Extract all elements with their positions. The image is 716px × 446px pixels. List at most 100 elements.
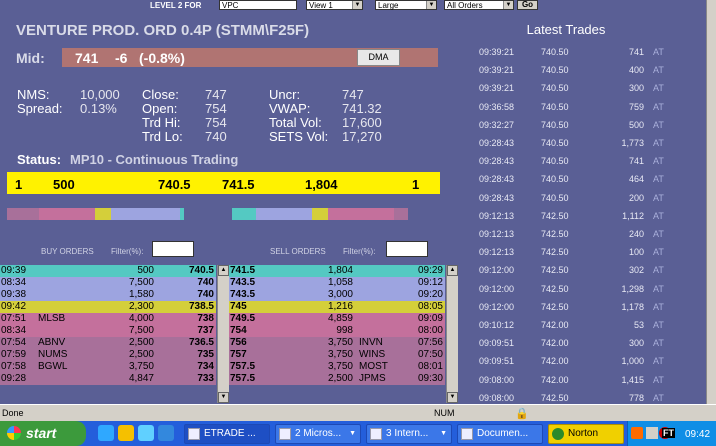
page-scrollbar[interactable] <box>706 0 716 404</box>
task-label: ETRADE ... <box>204 428 256 439</box>
trade-price: 742.50 <box>541 247 569 258</box>
sell-order-row[interactable]: 743.5 1,058 09:12 <box>229 277 445 289</box>
order-time: 09:39 <box>1 265 27 276</box>
task-internet[interactable]: 3 Intern... ▼ <box>366 424 452 444</box>
sell-order-row[interactable]: 745 1,216 08:05 <box>229 301 445 313</box>
trade-price: 740.50 <box>541 138 569 148</box>
view-select[interactable]: View 1 ▼ <box>306 0 363 10</box>
buy-order-row[interactable]: 08:34 7,500 737 <box>0 325 216 337</box>
word-icon <box>461 428 473 440</box>
order-time: 09:30 <box>417 373 443 384</box>
tray-icon[interactable] <box>631 427 643 439</box>
trade-price: 740.50 <box>541 174 569 185</box>
buy-order-row[interactable]: 09:39 500 740.5 <box>0 265 216 277</box>
ft-tray-icon[interactable]: FT <box>662 428 675 438</box>
buy-order-row[interactable]: 07:59 NUMS 2,500 735 <box>0 349 216 361</box>
order-time: 07:59 <box>1 349 27 360</box>
trade-size: 300 <box>628 83 644 94</box>
ask-price: 741.5 <box>222 177 255 192</box>
buy-scrollbar[interactable]: ▲ ▼ <box>217 265 229 403</box>
buy-order-row[interactable]: 08:34 7,500 740 <box>0 277 216 289</box>
order-price: 743.5 <box>230 289 256 300</box>
dma-button[interactable]: DMA <box>357 49 400 66</box>
trade-time: 09:32:27 <box>479 119 515 130</box>
scroll-down-arrow[interactable]: ▼ <box>447 392 458 403</box>
task-document[interactable]: Documen... <box>457 424 543 444</box>
sell-order-row[interactable]: 743.5 3,000 09:20 <box>229 289 445 301</box>
task-norton[interactable]: Norton <box>548 424 624 444</box>
trade-price: 742.50 <box>541 229 569 239</box>
trade-row: 09:12:00 742.50 302 AT <box>476 265 676 283</box>
trade-row: 09:12:00 742.50 1,178 AT <box>476 302 676 320</box>
order-price: 740 <box>197 277 214 288</box>
depth-segment <box>394 208 408 220</box>
task-etrade[interactable]: ETRADE ... <box>184 424 270 444</box>
window-icon <box>279 428 291 440</box>
level2-label: LEVEL 2 FOR <box>150 1 202 10</box>
order-time: 09:42 <box>1 301 27 312</box>
outlook-quicklaunch-icon[interactable] <box>118 425 134 441</box>
order-market-maker: WINS <box>359 349 386 360</box>
ie-quicklaunch-icon[interactable] <box>98 425 114 441</box>
sell-order-row[interactable]: 757.5 2,500 JPMS 09:30 <box>229 373 445 385</box>
depth-segment <box>180 208 184 220</box>
symbol-input[interactable]: VPC <box>219 0 297 10</box>
scroll-up-arrow[interactable]: ▲ <box>447 265 458 276</box>
bid-size: 500 <box>53 177 75 192</box>
trade-size: 240 <box>628 229 644 239</box>
buy-order-row[interactable]: 07:54 ABNV 2,500 736.5 <box>0 337 216 349</box>
trade-size: 500 <box>628 119 644 130</box>
trade-size: 400 <box>628 65 644 76</box>
buy-filter-input[interactable] <box>152 241 194 257</box>
trade-price: 740.50 <box>541 192 569 203</box>
trade-size: 200 <box>628 192 644 203</box>
trade-price: 742.00 <box>541 320 569 330</box>
ask-size: 1,804 <box>305 177 338 192</box>
spread-value: 0.13% <box>80 101 117 116</box>
sell-filter-label: Filter(%): <box>343 247 376 256</box>
sell-order-row[interactable]: 741.5 1,804 09:29 <box>229 265 445 277</box>
task-label: 2 Micros... <box>295 428 342 439</box>
orders-select[interactable]: All Orders ▼ <box>444 0 514 10</box>
go-button[interactable]: Go <box>517 0 538 10</box>
order-size: 2,500 <box>128 349 154 360</box>
trade-type: AT <box>653 229 664 239</box>
speaker-icon[interactable] <box>646 427 658 439</box>
media-quicklaunch-icon[interactable] <box>158 425 174 441</box>
buy-order-row[interactable]: 09:28 4,847 733 <box>0 373 216 385</box>
sell-order-row[interactable]: 749.5 4,859 09:09 <box>229 313 445 325</box>
sell-order-row[interactable]: 754 998 08:00 <box>229 325 445 337</box>
sell-order-row[interactable]: 757.5 3,750 MOST 08:01 <box>229 361 445 373</box>
task-microsoft[interactable]: 2 Micros... ▼ <box>275 424 361 444</box>
trdlo-label: Trd Lo: <box>142 129 183 144</box>
order-price: 740 <box>197 289 214 300</box>
nms-label: NMS: <box>17 87 50 102</box>
trade-row: 09:39:21 740.50 300 AT <box>476 83 676 101</box>
trade-time: 09:12:13 <box>479 229 515 239</box>
depth-segment <box>312 208 328 220</box>
trade-row: 09:09:51 742.00 1,000 AT <box>476 356 676 374</box>
sell-filter-input[interactable] <box>386 241 428 257</box>
buy-order-row[interactable]: 09:38 1,580 740 <box>0 289 216 301</box>
sell-order-row[interactable]: 757 3,750 WINS 07:50 <box>229 349 445 361</box>
trade-type: AT <box>653 138 664 148</box>
buy-order-row[interactable]: 07:51 MLSB 4,000 738 <box>0 313 216 325</box>
status-label: Status: <box>17 152 62 167</box>
depth-segment <box>95 208 111 220</box>
scroll-down-arrow[interactable]: ▼ <box>218 392 229 403</box>
trade-row: 09:12:13 742.50 1,112 AT <box>476 211 676 229</box>
scroll-up-arrow[interactable]: ▲ <box>218 265 229 276</box>
trade-time: 09:09:51 <box>479 338 515 349</box>
chevron-down-icon: ▼ <box>440 430 447 437</box>
buy-order-row[interactable]: 09:42 2,300 738.5 <box>0 301 216 313</box>
sell-scrollbar[interactable]: ▲ ▼ <box>446 265 458 403</box>
size-select[interactable]: Large ▼ <box>375 0 437 10</box>
order-price: 757 <box>230 349 247 360</box>
close-label: Close: <box>142 87 179 102</box>
sell-order-row[interactable]: 756 3,750 INVN 07:56 <box>229 337 445 349</box>
order-size: 500 <box>137 265 154 276</box>
start-button[interactable]: start <box>0 421 86 446</box>
desktop-quicklaunch-icon[interactable] <box>138 425 154 441</box>
trade-size: 300 <box>628 338 644 349</box>
buy-order-row[interactable]: 07:58 BGWL 3,750 734 <box>0 361 216 373</box>
